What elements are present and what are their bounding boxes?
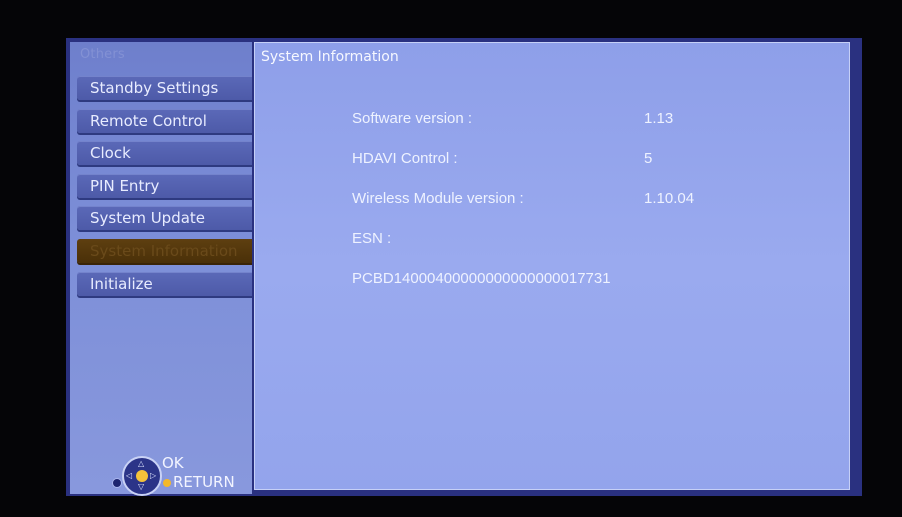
software-version-value: 1.13 [644, 110, 674, 127]
panel-title: System Information [261, 49, 399, 65]
wireless-module-version-value: 1.10.04 [644, 190, 695, 207]
ok-label: OK [162, 454, 184, 472]
hdavi-control-label: HDAVI Control : [352, 150, 458, 167]
menu-item-remote-control[interactable]: Remote Control [77, 109, 252, 133]
blue-button-icon [112, 478, 122, 488]
directional-pad-icon: △ ▽ ◁ ▷ [122, 456, 162, 496]
sidebar-title: Others [80, 47, 125, 62]
menu-item-standby-settings[interactable]: Standby Settings [77, 76, 252, 100]
esn-value: PCBD14000400000000000000017731 [352, 270, 611, 287]
system-information-panel: System Information Software version : 1.… [254, 42, 850, 490]
menu-item-initialize[interactable]: Initialize [77, 272, 252, 296]
return-label: RETURN [173, 473, 235, 491]
sidebar: Others Standby Settings Remote Control C… [70, 42, 252, 496]
menu-item-system-update[interactable]: System Update [77, 206, 252, 230]
software-version-label: Software version : [352, 110, 473, 127]
menu-item-pin-entry[interactable]: PIN Entry [77, 174, 252, 198]
esn-label: ESN : [352, 230, 392, 247]
wireless-module-version-label: Wireless Module version : [352, 190, 524, 207]
yellow-button-icon [163, 479, 171, 487]
ok-button-icon [136, 470, 148, 482]
menu-item-clock[interactable]: Clock [77, 141, 252, 165]
tv-screen: Others Standby Settings Remote Control C… [66, 38, 862, 496]
hdavi-control-value: 5 [644, 150, 653, 167]
navigation-hint: △ ▽ ◁ ▷ OK RETURN [112, 453, 252, 496]
menu-item-system-information[interactable]: System Information [77, 239, 252, 263]
